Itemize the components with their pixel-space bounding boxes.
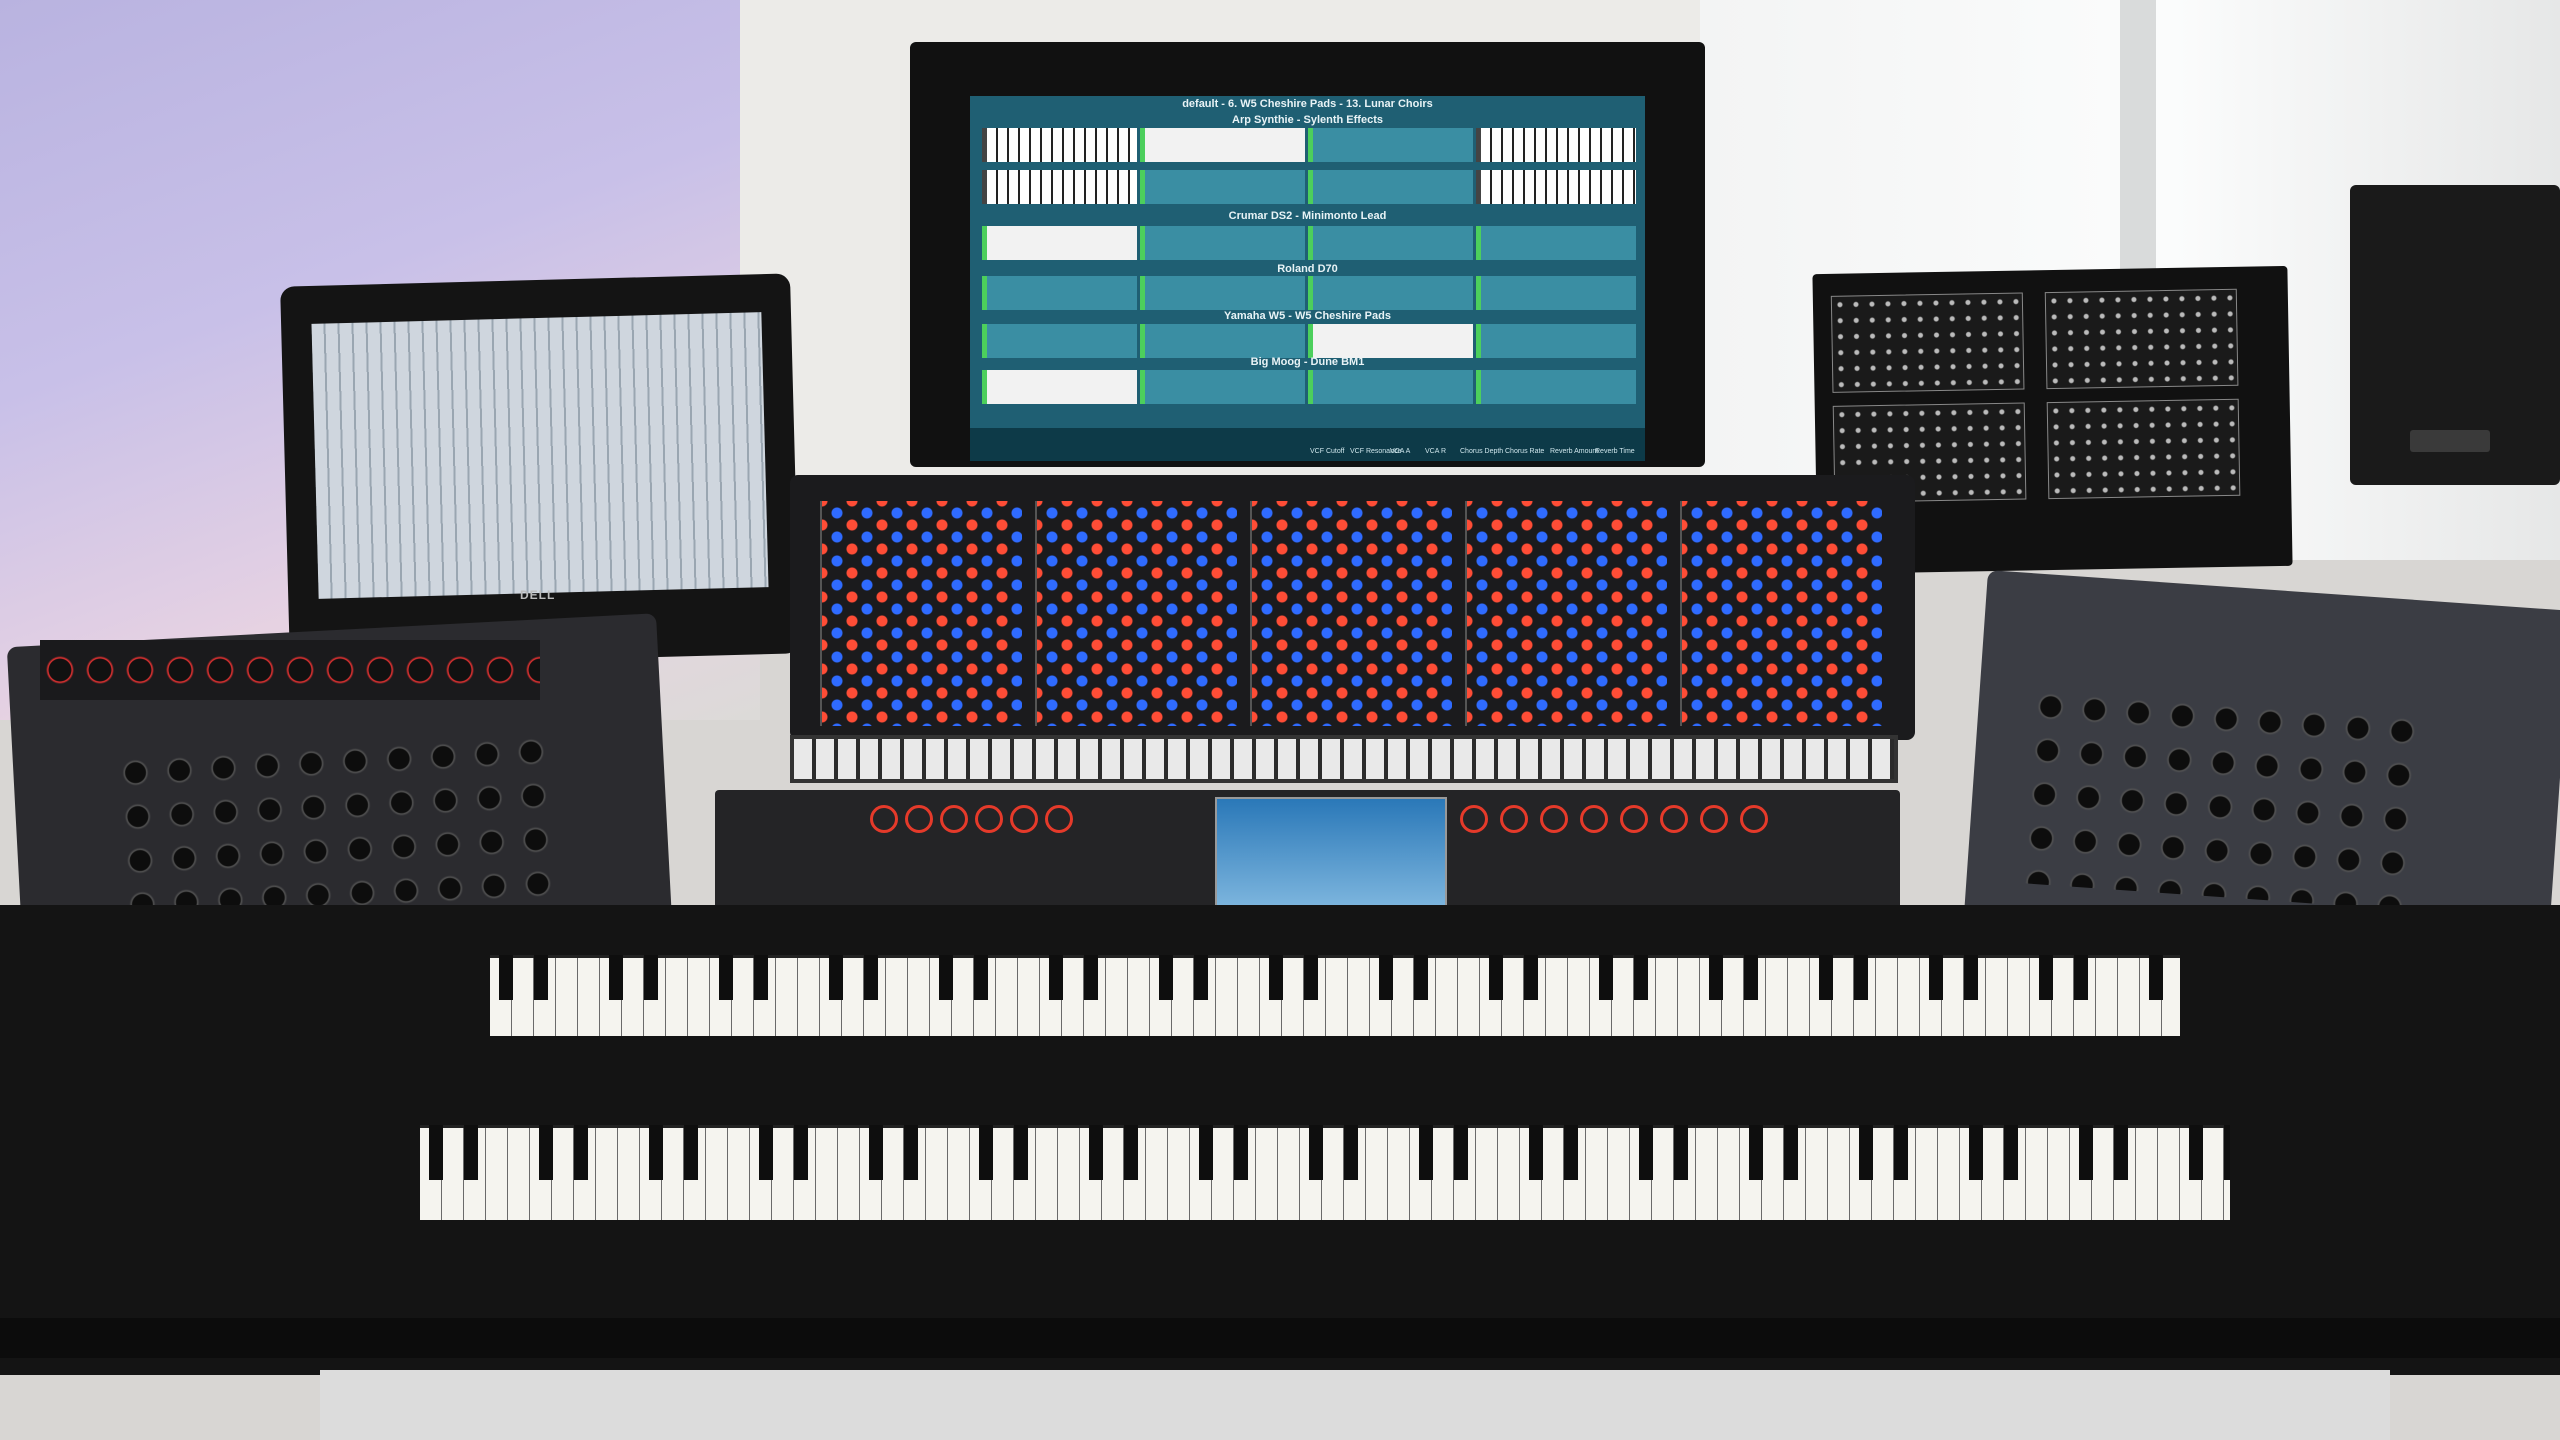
pad-bank bbox=[1035, 501, 1237, 726]
left-controller-top-row bbox=[40, 640, 540, 700]
patch-slot bbox=[1140, 324, 1305, 358]
patch-slot bbox=[1308, 370, 1473, 404]
lower-manual-black-keys bbox=[420, 1125, 2230, 1180]
led-encoder bbox=[1580, 805, 1608, 833]
patch-slot bbox=[1476, 276, 1636, 310]
led-encoder bbox=[1460, 805, 1488, 833]
screen-section-title: Big Moog - Dune BM1 bbox=[1250, 356, 1365, 368]
patch-slot bbox=[1308, 276, 1473, 310]
keyboard-slot bbox=[982, 128, 1137, 162]
led-encoder bbox=[1500, 805, 1528, 833]
pad-bank bbox=[1250, 501, 1452, 726]
patch-slot bbox=[1476, 226, 1636, 260]
led-encoder bbox=[975, 805, 1003, 833]
led-encoder bbox=[1740, 805, 1768, 833]
led-encoder bbox=[1540, 805, 1568, 833]
patch-slot bbox=[982, 324, 1137, 358]
patch-slot bbox=[1140, 370, 1305, 404]
knob-label: Reverb Amount bbox=[1550, 448, 1599, 455]
knob-grid bbox=[112, 728, 562, 932]
upper-manual-black-keys bbox=[490, 955, 2180, 1000]
screen-section-title: Roland D70 bbox=[1277, 263, 1338, 275]
led-encoder bbox=[1045, 805, 1073, 833]
keyboard-slot bbox=[1476, 128, 1636, 162]
screen-status-bar bbox=[970, 428, 1645, 461]
knob-label: Reverb Time bbox=[1595, 448, 1635, 455]
knob-label: VCA A bbox=[1390, 448, 1411, 455]
synth-module bbox=[2046, 398, 2241, 500]
laptop-brand: DELL bbox=[520, 588, 556, 602]
screen-section-title: Yamaha W5 - W5 Cheshire Pads bbox=[1224, 310, 1391, 322]
knob-label: Chorus Depth bbox=[1460, 448, 1504, 455]
desk-edge bbox=[0, 1318, 2560, 1358]
patch-slot bbox=[982, 370, 1137, 404]
patch-slot bbox=[1140, 170, 1305, 204]
patch-slot bbox=[1140, 226, 1305, 260]
mini-keyboard bbox=[790, 735, 1898, 783]
led-encoder bbox=[1660, 805, 1688, 833]
patch-slot bbox=[1308, 170, 1473, 204]
led-encoder bbox=[1620, 805, 1648, 833]
pad-bank bbox=[1465, 501, 1667, 726]
patch-slot bbox=[1476, 324, 1636, 358]
screen-header: default - 6. W5 Cheshire Pads - 13. Luna… bbox=[1182, 98, 1433, 110]
patch-slot bbox=[982, 276, 1137, 310]
laptop-mixer-screen bbox=[311, 312, 769, 599]
patch-slot bbox=[1140, 128, 1305, 162]
patch-slot bbox=[982, 226, 1137, 260]
pad-bank bbox=[1680, 501, 1882, 726]
patch-slot bbox=[1476, 370, 1636, 404]
led-encoder bbox=[1010, 805, 1038, 833]
synth-module bbox=[2044, 288, 2239, 390]
main-monitor-screen: default - 6. W5 Cheshire Pads - 13. Luna… bbox=[970, 96, 1645, 461]
knob-label: Chorus Rate bbox=[1505, 448, 1545, 455]
knob-grid bbox=[2016, 683, 2430, 911]
pad-bank bbox=[820, 501, 1022, 726]
screen-section-title: Crumar DS2 - Minimonto Lead bbox=[1228, 210, 1387, 222]
led-encoder bbox=[1700, 805, 1728, 833]
patch-slot bbox=[1308, 128, 1473, 162]
led-encoder bbox=[905, 805, 933, 833]
keyboard-slot bbox=[1476, 170, 1636, 204]
keyboard-slot bbox=[982, 170, 1137, 204]
floor bbox=[320, 1370, 2390, 1440]
speaker-logo bbox=[2410, 430, 2490, 452]
patch-slot bbox=[1308, 226, 1473, 260]
knob-label: VCF Cutoff bbox=[1310, 448, 1345, 455]
synth-module bbox=[1830, 292, 2025, 393]
screen-section-title: Arp Synthie - Sylenth Effects bbox=[1232, 114, 1383, 126]
rack-display bbox=[1215, 797, 1447, 916]
led-encoder bbox=[870, 805, 898, 833]
knob-label: VCA R bbox=[1425, 448, 1447, 455]
led-encoder bbox=[940, 805, 968, 833]
patch-slot bbox=[1308, 324, 1473, 358]
pad-controller bbox=[790, 475, 1915, 740]
patch-slot bbox=[1140, 276, 1305, 310]
